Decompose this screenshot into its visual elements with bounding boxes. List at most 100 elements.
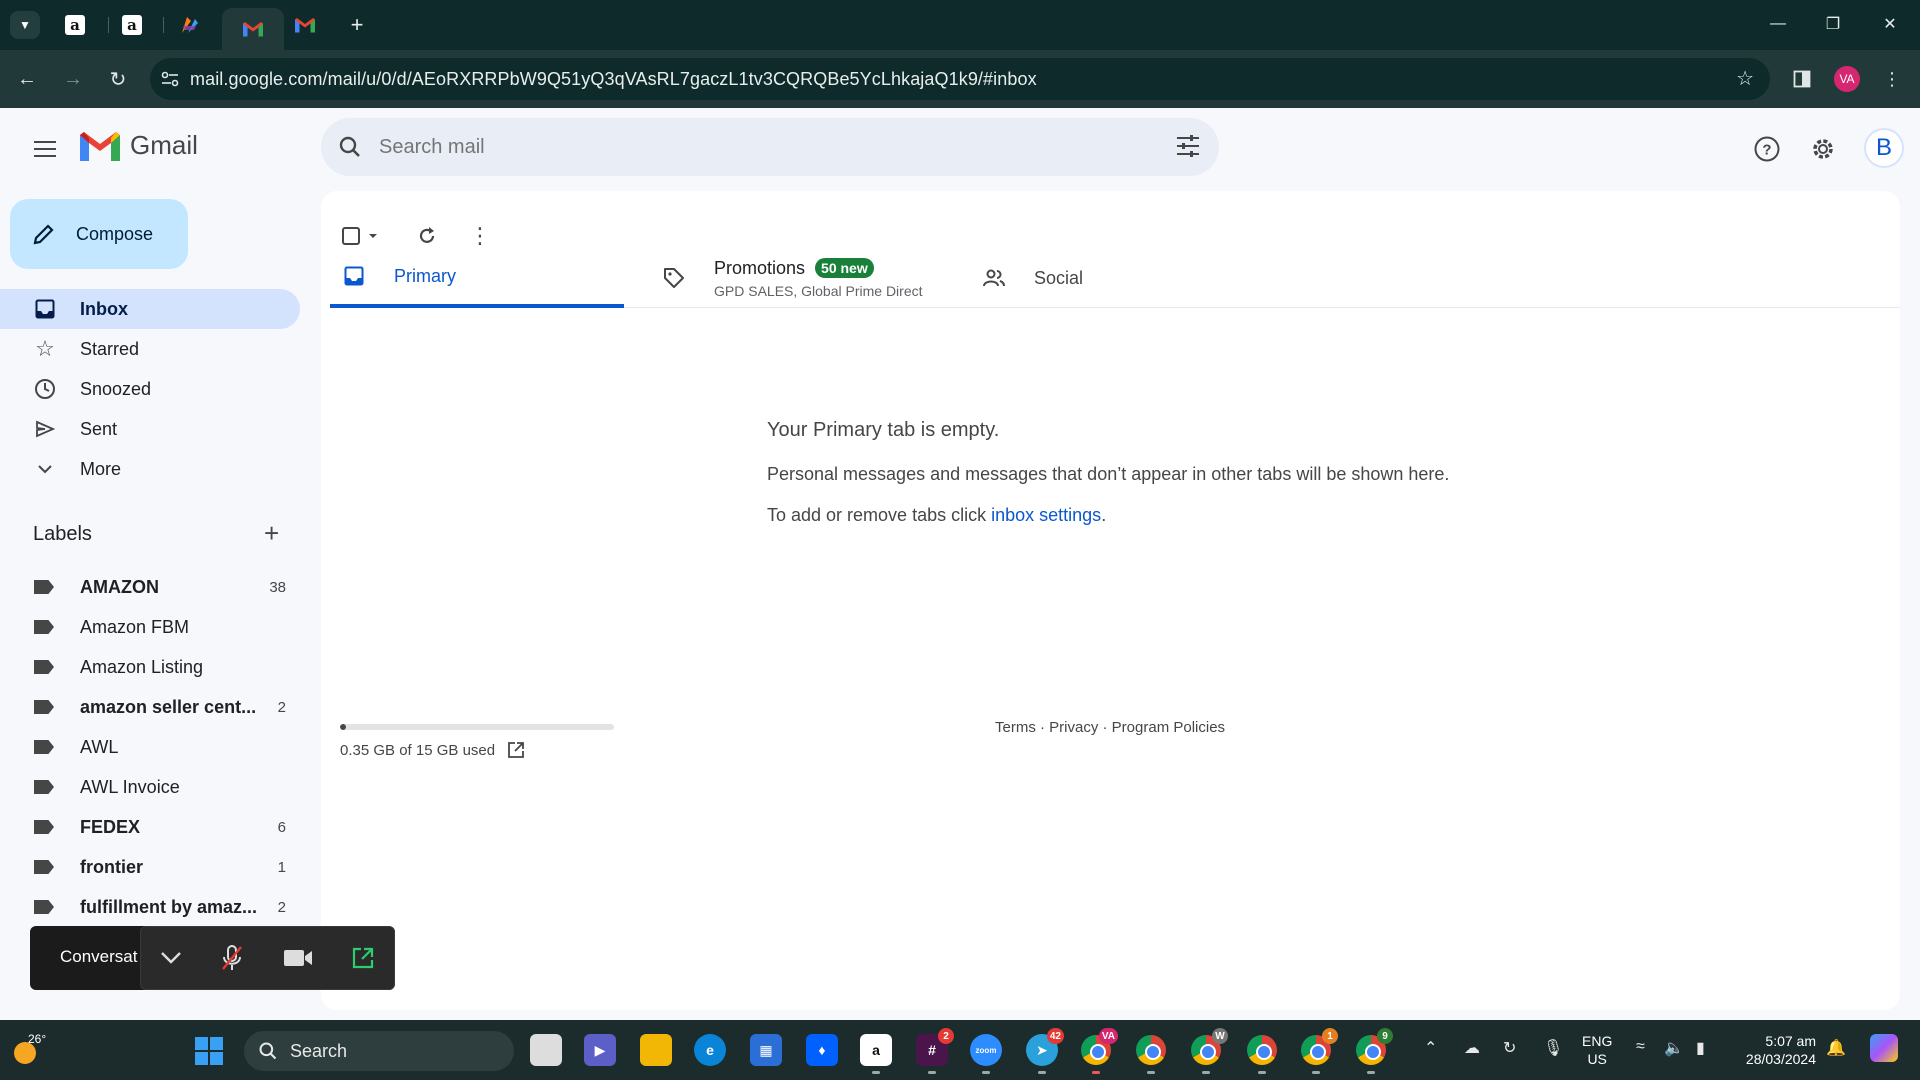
compose-button[interactable]: Compose: [10, 199, 188, 269]
browser-tab-gmail-active[interactable]: [222, 8, 284, 50]
language-code: ENG: [1582, 1033, 1613, 1049]
conversation-popup[interactable]: Conversat: [30, 926, 395, 990]
input-language-indicator[interactable]: ENG US: [1582, 1032, 1612, 1068]
amazon-icon: a: [65, 15, 85, 35]
battery-icon[interactable]: ▮: [1696, 1038, 1705, 1058]
chrome-profile-1-icon[interactable]: 1: [1300, 1028, 1338, 1074]
sidebar-item-inbox[interactable]: Inbox: [0, 289, 300, 329]
browser-tab-amazon-2[interactable]: a: [105, 8, 159, 42]
notifications-bell-icon[interactable]: 🔔: [1826, 1038, 1846, 1058]
new-tab-button[interactable]: +: [344, 12, 370, 38]
running-indicator: [1202, 1071, 1210, 1074]
chrome-profile-icon[interactable]: [1246, 1034, 1278, 1074]
volume-icon[interactable]: 🔈: [1664, 1038, 1684, 1058]
search-options-icon[interactable]: [1175, 133, 1201, 164]
browser-menu-icon[interactable]: ⋮: [1878, 65, 1906, 93]
more-options-icon[interactable]: ⋮: [469, 221, 491, 251]
chrome-icon[interactable]: [1135, 1034, 1167, 1074]
chrome-profile-9-icon[interactable]: 9: [1355, 1028, 1393, 1074]
chrome-profile-va-icon[interactable]: VA: [1080, 1028, 1118, 1074]
chevron-down-icon[interactable]: [160, 951, 182, 965]
tab-social[interactable]: Social: [970, 248, 1170, 308]
label-item[interactable]: frontier 1: [0, 847, 300, 887]
select-all-checkbox[interactable]: [341, 221, 379, 251]
search-icon[interactable]: [321, 135, 379, 159]
running-indicator: [1147, 1071, 1155, 1074]
forward-button[interactable]: →: [58, 64, 88, 94]
windows-start-icon[interactable]: [195, 1037, 223, 1065]
tab-promotions[interactable]: Promotions 50 new GPD SALES, Global Prim…: [650, 248, 950, 308]
label-item[interactable]: AWL Invoice: [0, 767, 300, 807]
gmail-m-icon: [80, 131, 120, 161]
back-button[interactable]: ←: [12, 64, 42, 94]
tab-primary[interactable]: Primary: [330, 248, 624, 308]
open-external-icon[interactable]: [507, 741, 525, 759]
label-item[interactable]: FEDEX 6: [0, 807, 300, 847]
label-item[interactable]: AMAZON 38: [0, 567, 300, 607]
edge-icon[interactable]: e: [694, 1034, 726, 1066]
microphone-muted-icon[interactable]: [220, 944, 244, 972]
site-info-icon[interactable]: [150, 71, 190, 87]
reload-button[interactable]: ↻: [103, 64, 133, 94]
slack-icon[interactable]: #2: [916, 1028, 954, 1074]
show-hidden-icons-chevron-up-icon[interactable]: ⌃: [1424, 1038, 1437, 1058]
zoom-icon[interactable]: zoom: [970, 1034, 1002, 1074]
task-view-icon[interactable]: [530, 1034, 562, 1066]
label-item[interactable]: Amazon Listing: [0, 647, 300, 687]
microphone-icon[interactable]: 🎙: [1543, 1038, 1563, 1058]
amazon-icon[interactable]: a: [860, 1034, 892, 1074]
url-text[interactable]: mail.google.com/mail/u/0/d/AEoRXRRPbW9Q5…: [190, 69, 1037, 90]
weather-widget[interactable]: 26°: [10, 1030, 50, 1070]
taskbar-search[interactable]: Search: [244, 1031, 514, 1071]
store-icon[interactable]: ▦: [750, 1034, 782, 1066]
gmail-logo[interactable]: Gmail: [80, 130, 198, 161]
help-icon[interactable]: ?: [1750, 132, 1784, 166]
tab-label: Social: [1034, 267, 1084, 288]
sidebar-item-more[interactable]: More: [0, 449, 300, 489]
side-panel-icon[interactable]: [1788, 65, 1816, 93]
browser-tab-amazon-1[interactable]: a: [48, 8, 102, 42]
label-item[interactable]: Amazon FBM: [0, 607, 300, 647]
bookmark-star-icon[interactable]: ☆: [1736, 66, 1754, 91]
restore-button[interactable]: ❐: [1813, 10, 1853, 38]
browser-tab-gmail-2[interactable]: [278, 8, 332, 42]
account-avatar[interactable]: B: [1864, 128, 1904, 168]
minimize-button[interactable]: —: [1758, 10, 1798, 38]
settings-gear-icon[interactable]: [1806, 132, 1840, 166]
sync-icon[interactable]: ↻: [1503, 1038, 1516, 1058]
copilot-icon[interactable]: [1870, 1034, 1898, 1062]
search-input[interactable]: [379, 135, 1139, 159]
file-explorer-icon[interactable]: [640, 1034, 672, 1066]
running-indicator: [872, 1071, 880, 1074]
refresh-icon[interactable]: [417, 221, 437, 251]
sidebar-item-starred[interactable]: ☆ Starred: [0, 329, 300, 369]
dropbox-icon[interactable]: ♦: [806, 1034, 838, 1066]
teams-icon[interactable]: ▶: [584, 1034, 616, 1066]
running-indicator: [1092, 1071, 1100, 1074]
onedrive-icon[interactable]: ☁: [1464, 1038, 1480, 1058]
label-name: frontier: [80, 856, 143, 877]
open-external-icon[interactable]: [351, 946, 375, 970]
main-menu-icon[interactable]: [30, 134, 60, 164]
system-clock[interactable]: 5:07 am 28/03/2024: [1736, 1032, 1816, 1068]
inbox-settings-link[interactable]: inbox settings: [991, 505, 1101, 525]
chrome-logo: [1247, 1035, 1277, 1065]
telegram-icon[interactable]: ➤ 42: [1026, 1028, 1064, 1074]
label-item[interactable]: fulfillment by amaz... 2: [0, 887, 300, 927]
chrome-profile-w-icon[interactable]: W: [1190, 1028, 1228, 1074]
tab-search-button[interactable]: ▼: [10, 11, 40, 39]
profile-button[interactable]: VA: [1833, 65, 1861, 93]
sidebar-item-sent[interactable]: Sent: [0, 409, 300, 449]
address-bar[interactable]: mail.google.com/mail/u/0/d/AEoRXRRPbW9Q5…: [150, 58, 1770, 100]
browser-tab-pen-app[interactable]: [163, 8, 217, 42]
label-tag-icon: [34, 740, 54, 754]
video-camera-icon[interactable]: [283, 948, 313, 968]
label-item[interactable]: amazon seller cent... 2: [0, 687, 300, 727]
clock-time: 5:07 am: [1765, 1033, 1816, 1049]
close-window-button[interactable]: ✕: [1870, 10, 1910, 38]
label-item[interactable]: AWL: [0, 727, 300, 767]
add-label-button[interactable]: +: [264, 518, 279, 549]
wifi-icon[interactable]: ≈: [1636, 1038, 1645, 1056]
sidebar-item-snoozed[interactable]: Snoozed: [0, 369, 300, 409]
footer-links[interactable]: Terms · Privacy · Program Policies: [995, 719, 1225, 736]
